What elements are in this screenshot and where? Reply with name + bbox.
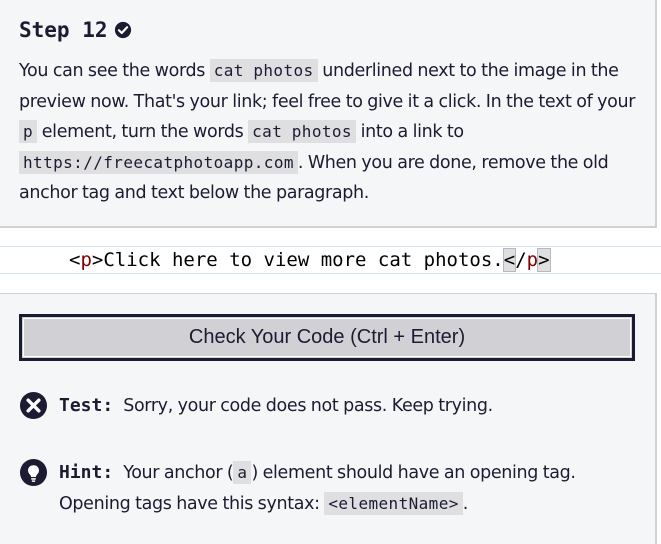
check-code-button[interactable]: Check Your Code (Ctrl + Enter) bbox=[19, 314, 635, 361]
desc-text: element, turn the words bbox=[37, 122, 249, 142]
inline-code: p bbox=[19, 120, 38, 143]
test-feedback-text: Test: Sorry, your code does not pass. Kee… bbox=[59, 391, 493, 422]
code-tag-name: p bbox=[526, 249, 539, 271]
inline-code: cat photos bbox=[248, 120, 356, 143]
test-label: Test: bbox=[59, 395, 114, 416]
inline-code: a bbox=[233, 461, 252, 484]
step-description: You can see the words cat photos underli… bbox=[19, 56, 639, 209]
step-title-text: Step 12 bbox=[19, 18, 108, 42]
code-line[interactable]: <p>Click here to view more cat photos.</… bbox=[69, 248, 551, 272]
code-token: / bbox=[515, 249, 527, 271]
check-circle-icon bbox=[114, 21, 131, 39]
desc-text: into a link to bbox=[355, 122, 464, 142]
code-token: < bbox=[69, 249, 81, 271]
x-circle-icon bbox=[19, 391, 48, 420]
hint-label: Hint: bbox=[59, 462, 114, 483]
hint-message: Your anchor ( bbox=[123, 463, 234, 483]
step-title: Step 12 bbox=[19, 18, 132, 42]
code-text: Click here to view more cat photos. bbox=[103, 249, 504, 271]
inline-code-url: https://freecatphotoapp.com bbox=[19, 150, 298, 174]
inline-code: <elementName> bbox=[324, 491, 463, 515]
test-feedback: Test: Sorry, your code does not pass. Kee… bbox=[19, 391, 639, 422]
code-token: > bbox=[91, 249, 104, 271]
desc-text: You can see the words bbox=[19, 61, 210, 81]
hint-message: . bbox=[462, 493, 469, 514]
matched-bracket: < bbox=[502, 248, 517, 272]
matched-bracket: > bbox=[537, 248, 551, 272]
hint-feedback: Hint: Your anchor (a) element should have… bbox=[19, 458, 639, 519]
code-editor[interactable]: <p>Click here to view more cat photos.</… bbox=[0, 246, 661, 274]
hint-text: Hint: Your anchor (a) element should have… bbox=[59, 458, 639, 519]
lightbulb-icon bbox=[19, 458, 48, 487]
action-panel: Check Your Code (Ctrl + Enter) Test: Sorr… bbox=[0, 293, 657, 544]
inline-code: cat photos bbox=[209, 59, 318, 82]
code-tag-name: p bbox=[80, 249, 92, 271]
test-message: Sorry, your code does not pass. Keep try… bbox=[123, 396, 493, 416]
instructions-panel: Step 12 You can see the words cat photos… bbox=[0, 0, 657, 228]
